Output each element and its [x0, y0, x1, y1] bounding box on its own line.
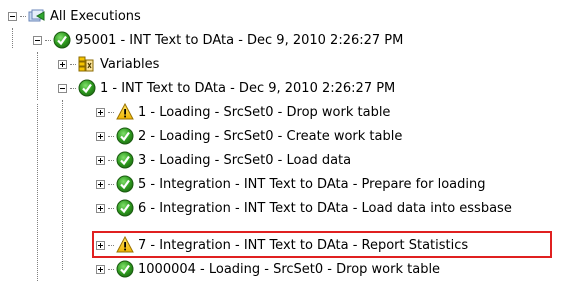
- tree-node-task[interactable]: 1 - Loading - SrcSet0 - Drop work table: [96, 100, 390, 124]
- tree-node-label: 1 - Loading - SrcSet0 - Drop work table: [138, 104, 391, 120]
- tree-node-variables[interactable]: Variables: [58, 52, 159, 76]
- tree-node-label: 1 - INT Text to DAta - Dec 9, 2010 2:26:…: [100, 80, 396, 96]
- tree-node-label: 1000004 - Loading - SrcSet0 - Drop work …: [138, 261, 441, 277]
- success-check-icon: [53, 31, 71, 49]
- execution-tree: All Executions 95001 - INT Text to DAta …: [0, 0, 571, 281]
- expand-toggle[interactable]: [58, 59, 67, 69]
- expand-toggle[interactable]: [96, 179, 105, 189]
- tree-connector: [37, 104, 38, 281]
- success-check-icon: [78, 79, 96, 97]
- expand-toggle[interactable]: [96, 264, 105, 274]
- collapse-toggle[interactable]: [8, 11, 17, 21]
- success-check-icon: [116, 260, 134, 278]
- tree-node-label: 6 - Integration - INT Text to DAta - Loa…: [138, 200, 512, 216]
- tree-node-step[interactable]: 1 - INT Text to DAta - Dec 9, 2010 2:26:…: [58, 76, 395, 100]
- success-check-icon: [116, 199, 134, 217]
- tree-node-task[interactable]: 5 - Integration - INT Text to DAta - Pre…: [96, 172, 486, 196]
- tree-node-root[interactable]: All Executions: [8, 4, 141, 28]
- tree-node-task[interactable]: 3 - Loading - SrcSet0 - Load data: [96, 148, 351, 172]
- tree-node-label: 3 - Loading - SrcSet0 - Load data: [138, 152, 352, 168]
- tree-node-label: 95001 - INT Text to DAta - Dec 9, 2010 2…: [75, 32, 404, 48]
- expand-toggle[interactable]: [96, 155, 105, 165]
- warning-icon: [116, 103, 134, 121]
- tree-node-task[interactable]: 1000004 - Loading - SrcSet0 - Drop work …: [96, 257, 440, 281]
- tree-node-label: All Executions: [50, 8, 141, 24]
- tree-connector: [37, 52, 38, 100]
- success-check-icon: [116, 175, 134, 193]
- tree-connector: [62, 100, 63, 270]
- expand-toggle[interactable]: [96, 107, 105, 117]
- success-check-icon: [116, 151, 134, 169]
- variables-icon: [78, 55, 96, 73]
- executions-folder-icon: [28, 7, 46, 25]
- expand-toggle[interactable]: [96, 131, 105, 141]
- collapse-toggle[interactable]: [33, 35, 42, 45]
- tree-node-label: 5 - Integration - INT Text to DAta - Pre…: [138, 176, 486, 192]
- tree-node-session[interactable]: 95001 - INT Text to DAta - Dec 9, 2010 2…: [33, 28, 403, 52]
- collapse-toggle[interactable]: [58, 83, 67, 93]
- expand-toggle[interactable]: [96, 203, 105, 213]
- success-check-icon: [116, 127, 134, 145]
- tree-node-task[interactable]: 6 - Integration - INT Text to DAta - Loa…: [96, 196, 512, 220]
- tree-node-label: Variables: [100, 56, 160, 72]
- highlight-box: [92, 231, 552, 258]
- tree-node-label: 2 - Loading - SrcSet0 - Create work tabl…: [138, 128, 403, 144]
- tree-connector: [12, 28, 13, 48]
- tree-node-task[interactable]: 2 - Loading - SrcSet0 - Create work tabl…: [96, 124, 402, 148]
